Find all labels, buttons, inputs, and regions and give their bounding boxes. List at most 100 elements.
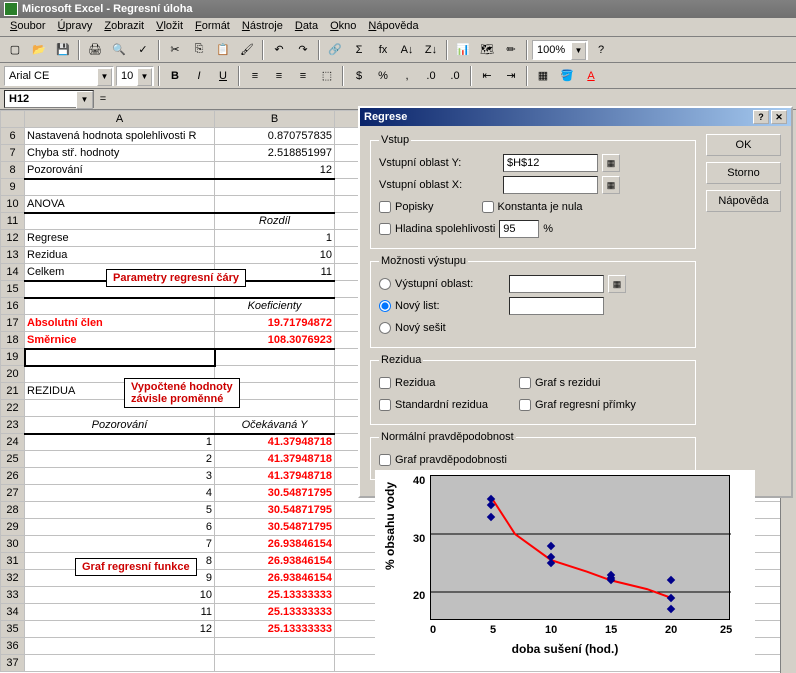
format-painter-icon[interactable]: 🖌 <box>236 39 258 61</box>
cell[interactable]: Koeficienty <box>215 298 335 315</box>
row-header[interactable]: 31 <box>1 553 25 570</box>
cell[interactable]: 0.870757835 <box>215 128 335 145</box>
cell[interactable]: Absolutní člen <box>25 315 215 332</box>
row-header[interactable]: 9 <box>1 179 25 196</box>
cell[interactable]: Směrnice <box>25 332 215 349</box>
comma-icon[interactable]: , <box>396 65 418 87</box>
sort-desc-icon[interactable]: Z↓ <box>420 39 442 61</box>
italic-icon[interactable]: I <box>188 65 210 87</box>
cell[interactable] <box>215 638 335 655</box>
fill-color-icon[interactable]: 🪣 <box>556 65 578 87</box>
zoom-combo[interactable]: 100% <box>532 40 588 60</box>
row-header[interactable]: 6 <box>1 128 25 145</box>
menu-nastroje[interactable]: Nástroje <box>236 18 289 36</box>
print-icon[interactable]: 🖨 <box>84 39 106 61</box>
bold-icon[interactable]: B <box>164 65 186 87</box>
undo-icon[interactable]: ↶ <box>268 39 290 61</box>
row-header[interactable]: 24 <box>1 434 25 451</box>
underline-icon[interactable]: U <box>212 65 234 87</box>
radio-novy-list[interactable] <box>379 300 391 312</box>
cell[interactable]: 12 <box>25 621 215 638</box>
row-header[interactable]: 26 <box>1 468 25 485</box>
cell[interactable] <box>25 349 215 366</box>
menu-okno[interactable]: Okno <box>324 18 362 36</box>
cell[interactable]: 26.93846154 <box>215 570 335 587</box>
checkbox-rezidua[interactable] <box>379 377 391 389</box>
hyperlink-icon[interactable]: 🔗 <box>324 39 346 61</box>
cell[interactable]: 19.71794872 <box>215 315 335 332</box>
row-header[interactable]: 15 <box>1 281 25 298</box>
cell[interactable] <box>215 179 335 196</box>
row-header[interactable]: 37 <box>1 655 25 672</box>
cell[interactable]: 41.37948718 <box>215 451 335 468</box>
cell[interactable]: 30.54871795 <box>215 485 335 502</box>
drawing-icon[interactable]: ✏ <box>500 39 522 61</box>
cell[interactable]: 5 <box>25 502 215 519</box>
cell[interactable] <box>25 179 215 196</box>
row-header[interactable]: 8 <box>1 162 25 179</box>
row-header[interactable]: 22 <box>1 400 25 417</box>
font-color-icon[interactable]: A <box>580 65 602 87</box>
cell[interactable] <box>215 196 335 213</box>
regression-chart[interactable]: % obsahu vody 40 30 20 0 5 10 15 20 25 d… <box>375 470 755 660</box>
cell[interactable]: Rozdíl <box>215 213 335 230</box>
cell[interactable]: 26.93846154 <box>215 553 335 570</box>
row-header[interactable]: 28 <box>1 502 25 519</box>
row-header[interactable]: 19 <box>1 349 25 366</box>
cell[interactable]: 26.93846154 <box>215 536 335 553</box>
input-novy-list[interactable] <box>509 297 604 315</box>
input-vystupni-oblast[interactable] <box>509 275 604 293</box>
paste-icon[interactable]: 📋 <box>212 39 234 61</box>
row-header[interactable]: 13 <box>1 247 25 264</box>
row-header[interactable]: 27 <box>1 485 25 502</box>
cell[interactable]: 11 <box>25 604 215 621</box>
indent-dec-icon[interactable]: ⇤ <box>476 65 498 87</box>
cancel-button[interactable]: Storno <box>706 162 781 184</box>
cell[interactable]: Očekávaná Y <box>215 417 335 434</box>
checkbox-popisky[interactable] <box>379 201 391 213</box>
row-header[interactable]: 23 <box>1 417 25 434</box>
fx-icon[interactable]: fx <box>372 39 394 61</box>
row-header[interactable]: 33 <box>1 587 25 604</box>
dialog-help-icon[interactable]: ? <box>753 110 769 124</box>
dec-decimal-icon[interactable]: .0 <box>444 65 466 87</box>
fontsize-combo[interactable]: 10 <box>116 66 154 86</box>
row-header[interactable]: 21 <box>1 383 25 400</box>
map-icon[interactable]: 🗺 <box>476 39 498 61</box>
refedit-x-icon[interactable]: ▦ <box>602 176 620 194</box>
radio-novy-sesit[interactable] <box>379 322 391 334</box>
spell-icon[interactable]: ✓ <box>132 39 154 61</box>
help-icon[interactable]: ? <box>590 39 612 61</box>
merge-icon[interactable]: ⬚ <box>316 65 338 87</box>
inc-decimal-icon[interactable]: .0 <box>420 65 442 87</box>
cell[interactable]: 2.518851997 <box>215 145 335 162</box>
name-box[interactable]: H12 <box>4 90 94 108</box>
cell[interactable]: 2 <box>25 451 215 468</box>
row-header[interactable]: 14 <box>1 264 25 281</box>
checkbox-hladina[interactable] <box>379 223 391 235</box>
row-header[interactable]: 12 <box>1 230 25 247</box>
cell[interactable] <box>25 213 215 230</box>
checkbox-graf-rezidui[interactable] <box>519 377 531 389</box>
percent-icon[interactable]: % <box>372 65 394 87</box>
sort-asc-icon[interactable]: A↓ <box>396 39 418 61</box>
cell[interactable]: Pozorování <box>25 417 215 434</box>
cell[interactable]: 1 <box>25 434 215 451</box>
cell[interactable]: Nastavená hodnota spolehlivosti R <box>25 128 215 145</box>
cell[interactable]: 7 <box>25 536 215 553</box>
row-header[interactable]: 29 <box>1 519 25 536</box>
align-right-icon[interactable]: ≡ <box>292 65 314 87</box>
row-header[interactable]: 7 <box>1 145 25 162</box>
cell[interactable]: 10 <box>215 247 335 264</box>
cell[interactable]: Chyba stř. hodnoty <box>25 145 215 162</box>
chart-icon[interactable]: 📊 <box>452 39 474 61</box>
radio-vystupni-oblast[interactable] <box>379 278 391 290</box>
menu-data[interactable]: Data <box>289 18 324 36</box>
menu-napoveda[interactable]: Nápověda <box>362 18 424 36</box>
autosum-icon[interactable]: Σ <box>348 39 370 61</box>
cell[interactable] <box>25 638 215 655</box>
row-header[interactable]: 18 <box>1 332 25 349</box>
cell[interactable]: 25.13333333 <box>215 587 335 604</box>
cell[interactable]: 41.37948718 <box>215 468 335 485</box>
cell[interactable]: Regrese <box>25 230 215 247</box>
